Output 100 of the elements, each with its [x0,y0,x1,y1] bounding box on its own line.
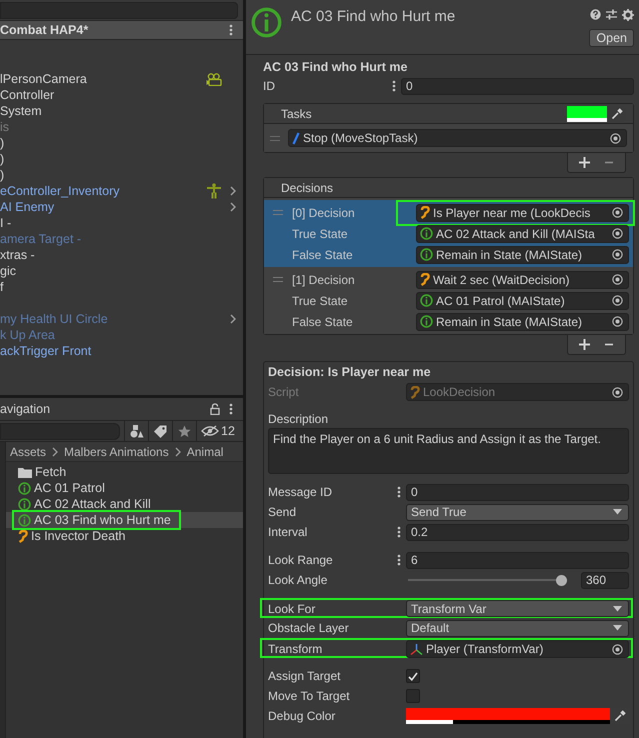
number-field[interactable]: 0.2 [406,524,629,540]
more-menu-icon[interactable] [229,24,233,36]
help-icon[interactable] [590,9,601,20]
description-field[interactable]: Find the Player on a 6 unit Radius and Assign it as the Target. [268,428,629,474]
target-icon[interactable] [612,207,623,218]
info-circle-icon [18,482,31,494]
question-hook-icon [420,206,430,219]
dropdown[interactable]: Default [406,620,629,636]
hierarchy-item[interactable]: ) [0,135,243,151]
field-label: False State [292,248,354,262]
asset-row[interactable]: Fetch [6,464,243,480]
more-menu-icon[interactable] [397,554,401,566]
object-field[interactable]: AC 01 Patrol (MAIState) [416,292,629,310]
object-field[interactable]: Stop (MoveStopTask) [288,129,627,147]
hierarchy-item[interactable]: f [0,279,243,295]
more-menu-icon[interactable] [392,80,396,92]
color-swatch[interactable] [567,106,607,122]
object-field[interactable]: Is Player near me (LookDecis [416,204,629,222]
object-field[interactable]: Remain in State (MAIState) [416,246,629,264]
hierarchy-item[interactable]: ackTrigger Front [0,343,243,359]
asset-name: AC 02 Attack and Kill [34,497,151,511]
hierarchy-item[interactable]: gic [0,263,243,279]
slider-thumb[interactable] [556,574,567,586]
number-field[interactable]: 0 [401,78,634,94]
field-label: False State [292,314,354,328]
add-icon[interactable] [579,157,590,168]
hidden-packages-button[interactable]: 12 [196,421,239,441]
more-menu-icon[interactable] [229,403,233,415]
breadcrumb-link[interactable]: Animal [186,444,224,458]
hierarchy-item[interactable]: System [0,103,243,119]
decision-element[interactable]: [1] Decision Wait 2 sec (WaitDecision) True State AC 01 Patrol (MAIState) False State Remain in State (MAIState) [264,267,633,334]
decision-element[interactable]: [0] Decision Is Player near me (LookDecis True State AC 02 Attack and Kill (MAISta False State Remain in State (MAIState) [264,200,633,267]
checkbox[interactable] [406,689,420,703]
field-label: Send [268,505,298,519]
add-icon[interactable] [579,339,590,350]
info-circle-icon [420,294,433,307]
target-icon[interactable] [612,228,623,239]
breadcrumb-link[interactable]: Malbers Animations [64,444,169,458]
asset-title: AC 03 Find who Hurt me [263,60,408,76]
asset-row[interactable]: AC 01 Patrol [6,480,243,496]
target-icon[interactable] [612,386,623,398]
hierarchy-item[interactable]: lPersonCamera [0,71,243,87]
hierarchy-item[interactable]: AI Enemy [0,199,243,215]
expand-chevron-icon[interactable] [230,314,236,324]
field-label: Debug Color [268,709,336,723]
checkbox[interactable] [406,669,420,683]
hierarchy-item[interactable]: Controller [0,87,243,103]
asset-name: Fetch [35,465,66,479]
settings-icon[interactable] [622,9,634,21]
hierarchy-item[interactable]: ) [0,151,243,167]
dropdown[interactable]: Transform Var [406,600,629,617]
more-menu-icon[interactable] [397,486,401,498]
object-field[interactable]: Remain in State (MAIState) [416,312,629,330]
tag-icon [154,424,167,438]
target-icon[interactable] [612,274,623,285]
asset-row[interactable]: AC 03 Find who Hurt me [6,512,243,528]
number-field[interactable]: 360 [581,572,629,588]
dropdown[interactable]: Send True [406,504,629,520]
field-label: Look Range [268,553,334,567]
field-label: True State [292,294,349,308]
hierarchy-item[interactable]: eController_Inventory [0,183,243,199]
sliders-icon[interactable] [606,9,617,20]
field-label: Move To Target [268,689,351,703]
target-icon[interactable] [610,132,621,144]
scene-header[interactable]: Combat HAP4* [0,20,243,40]
target-icon[interactable] [612,249,623,260]
hierarchy-item[interactable]: I - [0,215,243,231]
field-label: Message ID [268,485,334,499]
breadcrumb-link[interactable]: Assets [10,444,46,458]
panel-tab[interactable]: avigation [0,402,50,416]
chevron-icon [52,446,58,456]
humanoid-figure-icon [206,183,222,199]
color-swatch[interactable] [406,708,610,724]
lock-icon[interactable] [210,403,220,415]
field-label: Script [268,385,300,399]
field-label: [0] Decision [292,206,356,220]
number-field[interactable]: 6 [406,552,629,568]
asset-row[interactable]: Is Invector Death [6,528,243,544]
target-icon[interactable] [612,295,623,306]
drag-handle-icon[interactable] [273,210,283,215]
shapes-icon [130,424,144,438]
dropdown-arrow-icon [613,606,622,612]
open-button[interactable]: Open [589,29,634,47]
field-label: Interval [268,525,308,539]
drag-handle-icon[interactable] [273,277,283,282]
info-circle-icon [420,248,433,261]
asset-name: AC 03 Find who Hurt me [34,513,171,527]
more-menu-icon[interactable] [397,526,401,538]
target-icon[interactable] [612,644,623,654]
star-icon [178,424,191,438]
object-field[interactable]: Player (TransformVar) [406,640,629,658]
object-field[interactable]: AC 02 Attack and Kill (MAISta [416,224,629,242]
drag-handle-icon[interactable] [270,136,280,140]
hierarchy-item[interactable]: ) [0,167,243,183]
number-field[interactable]: 0 [406,484,629,500]
target-icon[interactable] [612,316,623,327]
list-header: Decisions [281,180,334,194]
asset-row[interactable]: AC 02 Attack and Kill [6,496,243,512]
object-field[interactable]: Wait 2 sec (WaitDecision) [416,270,629,288]
hierarchy-item[interactable]: xtras - [0,247,243,263]
